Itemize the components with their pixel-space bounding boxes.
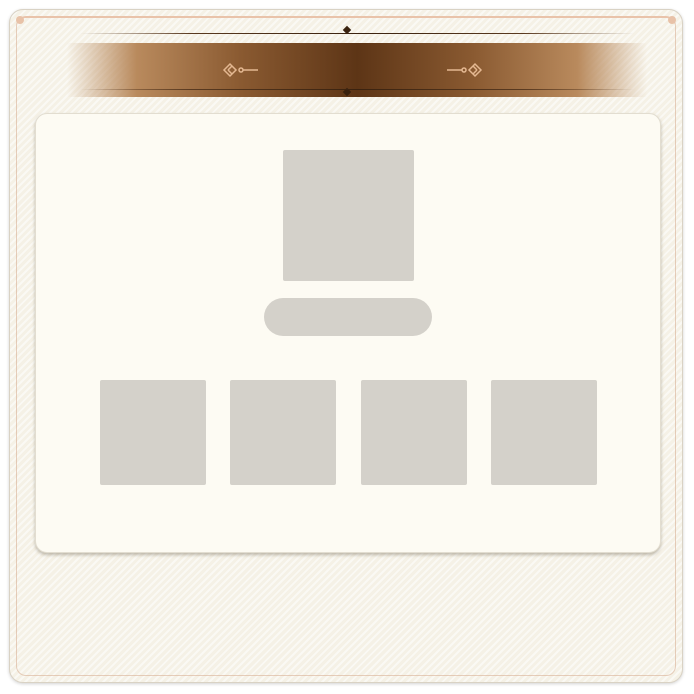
main-item-label-pill: [264, 298, 432, 336]
item-slot-3[interactable]: [361, 380, 467, 485]
banner-top-line: [80, 33, 634, 34]
flourish-left-icon: [222, 62, 258, 78]
item-slot-1[interactable]: [100, 380, 206, 485]
dialog-panel: [9, 9, 683, 683]
frame-corner-decoration: [16, 16, 24, 24]
content-card: [35, 113, 661, 553]
item-slot-2[interactable]: [230, 380, 336, 485]
banner-bottom-line: [80, 89, 634, 90]
main-item-image[interactable]: [283, 150, 414, 281]
frame-corner-decoration: [668, 16, 676, 24]
flourish-right-icon: [447, 62, 483, 78]
item-slot-4[interactable]: [491, 380, 597, 485]
